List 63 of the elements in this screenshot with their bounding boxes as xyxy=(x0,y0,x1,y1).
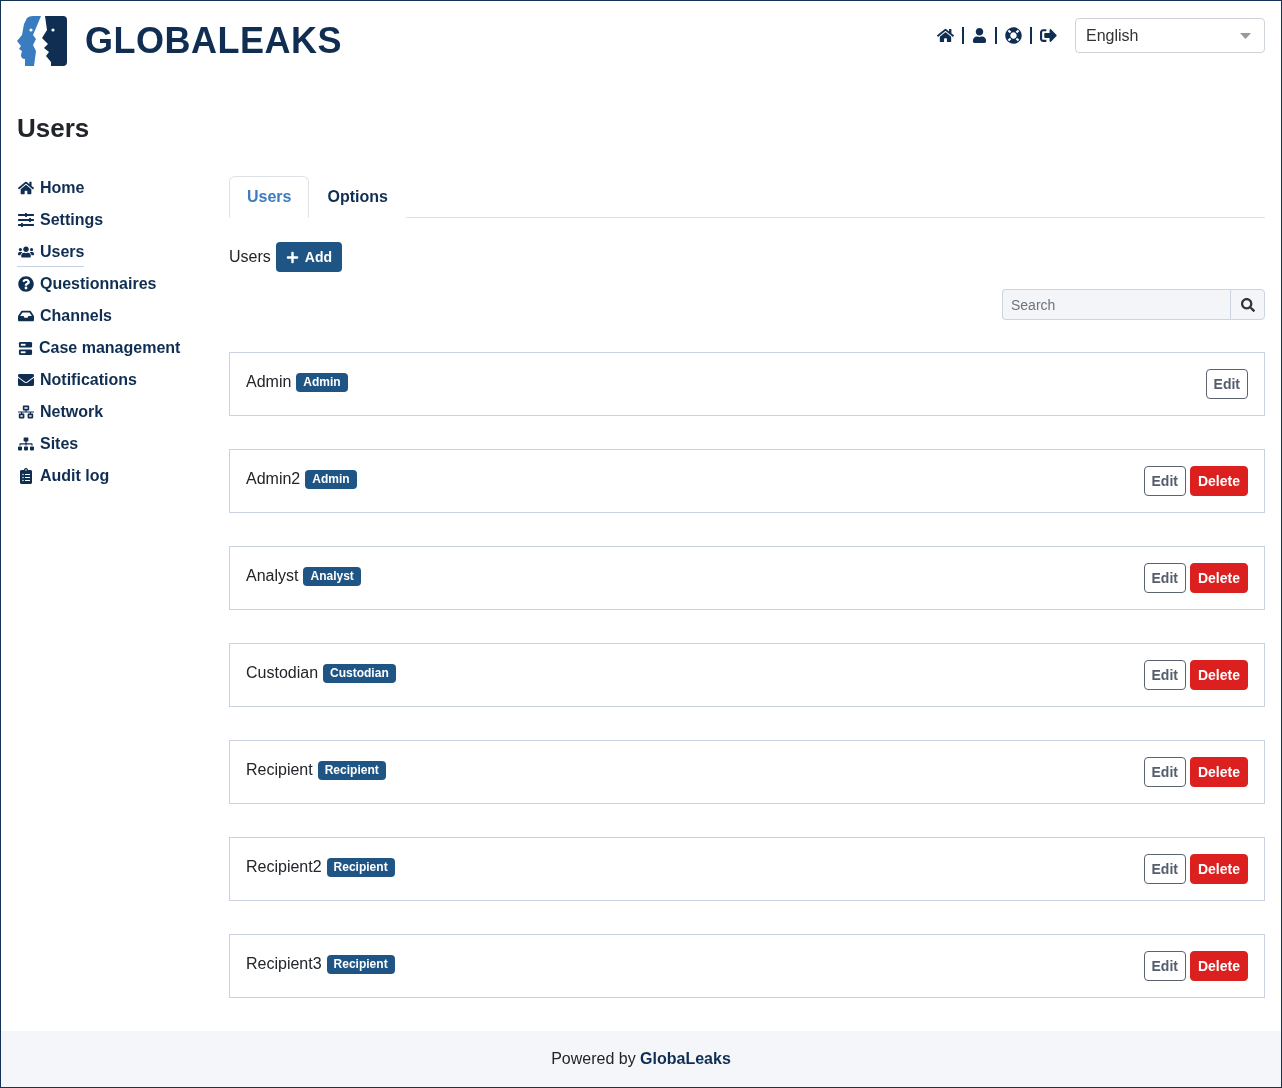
sidebar-item[interactable]: Notifications xyxy=(17,368,137,395)
page-title: Users xyxy=(17,112,91,144)
delete-button[interactable]: Delete xyxy=(1189,466,1248,496)
caret-icon xyxy=(1240,32,1251,39)
user-name: Recipient xyxy=(246,761,313,779)
edit-button[interactable]: Edit xyxy=(1143,951,1186,981)
role-badge: Recipient xyxy=(326,857,395,877)
edit-button[interactable]: Edit xyxy=(1143,854,1186,884)
search-icon xyxy=(1240,297,1255,312)
role-badge: Recipient xyxy=(317,760,386,780)
search-button[interactable] xyxy=(1230,289,1265,320)
user-name: Analyst xyxy=(246,567,299,585)
user-name: Admin xyxy=(246,373,292,391)
role-badge: Custodian xyxy=(323,663,396,683)
user-name: Recipient3 xyxy=(246,955,322,973)
edit-button[interactable]: Edit xyxy=(1205,369,1248,399)
clipboard-icon xyxy=(18,468,34,484)
role-badge: Admin xyxy=(296,372,348,392)
envelope-icon xyxy=(18,372,34,388)
user-name: Custodian xyxy=(246,664,319,682)
sitemap-icon xyxy=(18,436,34,452)
logo-text: GLOBALEAKS xyxy=(85,19,342,63)
stacked-bars-icon xyxy=(18,340,33,356)
delete-button[interactable]: Delete xyxy=(1189,660,1248,690)
delete-button[interactable]: Delete xyxy=(1189,854,1248,884)
inbox-icon xyxy=(18,308,34,324)
sidebar-item[interactable]: Network xyxy=(17,400,104,427)
edit-button[interactable]: Edit xyxy=(1143,660,1186,690)
delete-button[interactable]: Delete xyxy=(1189,757,1248,787)
delete-button[interactable]: Delete xyxy=(1189,563,1248,593)
role-badge: Recipient xyxy=(326,954,395,974)
add-button[interactable]: Add xyxy=(275,242,342,272)
edit-button[interactable]: Edit xyxy=(1143,466,1186,496)
role-badge: Admin xyxy=(305,469,357,489)
sidebar-item[interactable]: Questionnaires xyxy=(17,272,157,299)
logout-icon[interactable] xyxy=(1040,27,1057,44)
users-label: Users xyxy=(229,248,271,266)
language-select[interactable]: English xyxy=(1075,18,1265,53)
delete-button[interactable]: Delete xyxy=(1189,951,1248,981)
home-icon xyxy=(18,180,34,196)
sidebar-item[interactable]: Sites xyxy=(17,432,79,459)
network-icon xyxy=(18,404,34,420)
sliders-icon xyxy=(18,212,34,228)
search-field[interactable]: Search xyxy=(1002,289,1230,320)
user-icon[interactable] xyxy=(972,28,987,43)
sidebar-item[interactable]: Case management xyxy=(17,336,181,363)
footer-text: Powered by GlobaLeaks xyxy=(551,1050,731,1068)
sidebar-item[interactable]: Audit log xyxy=(17,464,110,491)
users-icon xyxy=(18,244,34,260)
sidebar-item[interactable]: Users xyxy=(17,240,85,267)
home-icon[interactable] xyxy=(937,27,954,44)
plus-icon xyxy=(285,250,299,264)
user-name: Admin2 xyxy=(246,470,301,488)
sidebar-item[interactable]: Channels xyxy=(17,304,112,331)
tab[interactable]: Users xyxy=(229,176,310,218)
role-badge: Analyst xyxy=(303,566,361,586)
edit-button[interactable]: Edit xyxy=(1143,563,1186,593)
edit-button[interactable]: Edit xyxy=(1143,757,1186,787)
sidebar-item[interactable]: Settings xyxy=(17,208,104,235)
life-ring-icon[interactable] xyxy=(1005,27,1022,44)
faces-logo-icon xyxy=(17,16,67,66)
sidebar-item[interactable]: Home xyxy=(17,176,85,203)
user-name: Recipient2 xyxy=(246,858,322,876)
